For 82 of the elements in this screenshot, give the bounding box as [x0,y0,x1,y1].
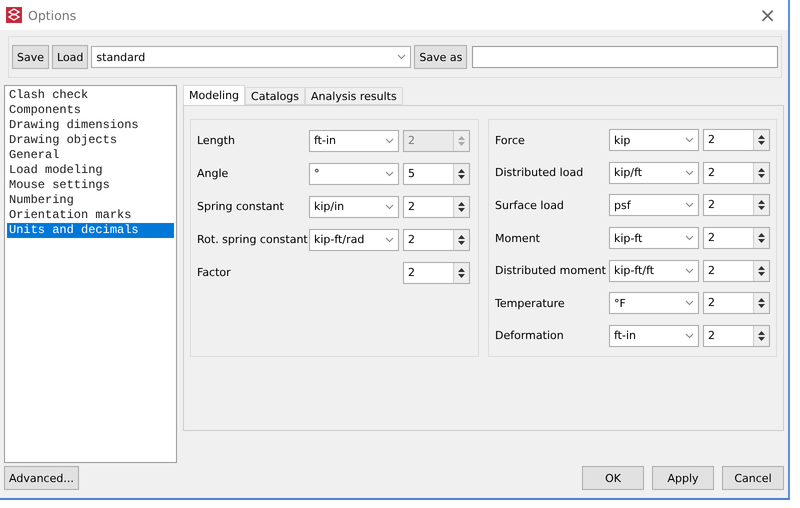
unit-dropdown[interactable]: kip/ft [609,162,699,184]
category-item[interactable]: Numbering [7,193,174,208]
decimals-spinner[interactable]: 2 [403,196,470,218]
category-item[interactable]: General [7,148,174,163]
spin-arrows-icon [758,264,765,277]
spin-arrows-icon [458,134,465,146]
spin-arrows-icon [758,199,765,212]
chevron-down-icon [685,332,694,339]
advanced-button[interactable]: Advanced... [4,466,79,490]
chevron-down-icon [397,54,406,60]
decimals-spinner[interactable]: 2 [703,324,770,347]
app-logo-icon [6,7,22,23]
field-label: Spring constant [197,200,285,213]
category-item[interactable]: Load modeling [7,163,174,178]
dialog-button[interactable]: Apply [652,466,714,490]
category-item[interactable]: Drawing dimensions [7,118,174,133]
chevron-down-icon [385,138,394,144]
decimals-spinner[interactable]: 2 [403,228,470,250]
unit-dropdown[interactable]: kip/in [309,196,399,218]
spin-arrows-icon [458,234,465,246]
unit-dropdown[interactable]: kip-ft/ft [609,260,699,282]
category-item[interactable]: Units and decimals [7,223,174,238]
spin-arrows-icon [458,168,465,180]
field-label: Distributed moment [495,264,607,278]
decimals-spinner[interactable]: 2 [703,227,770,250]
field-label: Rot. spring constant [197,233,309,246]
preset-dropdown[interactable]: standard [91,46,412,68]
spin-arrows-icon [458,266,465,278]
field-label: Moment [495,232,541,245]
toolbar-button[interactable]: Save [12,45,50,69]
category-item[interactable]: Drawing objects [7,133,174,148]
save-as-name-field[interactable] [472,46,778,68]
spin-arrows-icon [758,166,765,179]
chevron-down-icon [685,137,694,144]
save-as-button[interactable]: Save as [414,45,468,69]
chevron-down-icon [385,204,394,210]
spin-arrows-icon [758,330,765,342]
spin-arrows-icon [758,297,765,310]
field-label: Force [495,134,526,147]
toolbar-button[interactable]: Load [52,45,88,69]
tab[interactable]: Catalogs [245,87,306,105]
decimals-spinner[interactable]: 2 [703,162,770,184]
chevron-down-icon [685,300,694,306]
tab[interactable]: Analysis results [305,87,403,105]
dialog-button[interactable]: Cancel [722,466,784,490]
decimals-spinner[interactable]: 2 [703,194,770,216]
decimals-spinner[interactable]: 2 [703,292,770,314]
decimals-spinner[interactable]: 5 [403,162,470,184]
chevron-down-icon [685,268,694,274]
unit-dropdown[interactable]: °F [609,292,699,314]
decimals-spinner[interactable]: 2 [403,262,470,284]
field-label: Deformation [495,329,565,342]
field-label: Length [197,134,236,147]
field-label: Factor [197,266,232,279]
tab[interactable]: Modeling [183,85,246,105]
category-item[interactable]: Mouse settings [7,178,174,193]
category-item[interactable]: Orientation marks [7,208,174,223]
field-label: Temperature [495,296,566,310]
unit-dropdown[interactable]: psf [609,194,699,216]
unit-dropdown[interactable]: kip-ft/rad [309,228,399,250]
category-item[interactable]: Clash check [7,88,174,103]
field-label: Angle [197,167,230,180]
spin-arrows-icon [758,232,765,244]
chevron-down-icon [385,170,394,176]
chevron-down-icon [685,170,694,176]
chevron-down-icon [685,235,694,242]
close-button[interactable]: × [759,3,782,27]
unit-dropdown[interactable]: ft-in [609,324,699,347]
window-title: Options [28,8,78,22]
unit-dropdown[interactable]: kip [609,129,699,152]
decimals-spinner[interactable]: 2 [703,260,770,282]
spin-arrows-icon [758,134,765,146]
field-label: Distributed load [495,166,584,180]
dialog-button[interactable]: OK [582,466,644,490]
field-label: Surface load [495,198,565,212]
chevron-down-icon [685,202,694,208]
unit-dropdown[interactable]: kip-ft [609,227,699,250]
category-item[interactable]: Components [7,103,174,118]
spin-arrows-icon [458,200,465,212]
chevron-down-icon [385,236,394,242]
unit-dropdown[interactable]: ° [309,162,399,184]
decimals-spinner[interactable]: 2 [703,129,770,152]
